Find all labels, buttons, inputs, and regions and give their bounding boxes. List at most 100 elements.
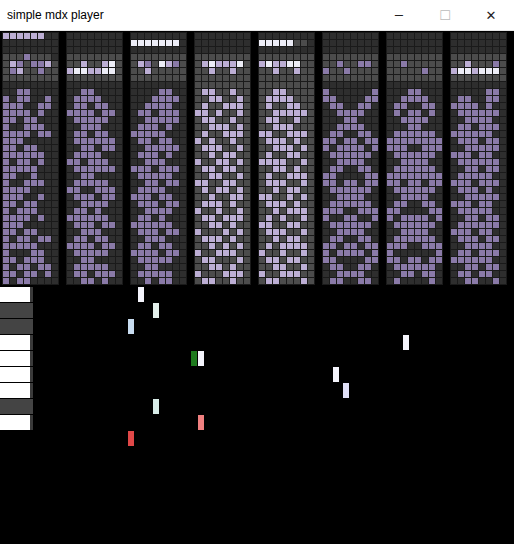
meter-cell <box>95 243 101 249</box>
meter-cell <box>415 173 421 179</box>
meter-cell <box>330 40 336 46</box>
meter-cell <box>372 96 378 102</box>
meter-cell <box>173 68 179 74</box>
meter-cell <box>259 152 265 158</box>
meter-cell <box>131 152 137 158</box>
meter-cell <box>230 201 236 207</box>
meter-cell <box>372 89 378 95</box>
meter-cell <box>173 131 179 137</box>
meter-cell <box>280 110 286 116</box>
meter-cell <box>308 250 314 256</box>
meter-cell <box>24 117 30 123</box>
meter-cell <box>159 68 165 74</box>
meter-cell <box>387 243 393 249</box>
meter-cell <box>202 229 208 235</box>
meter-cell <box>202 243 208 249</box>
window-title: simple mdx player <box>0 8 104 22</box>
window-control-button[interactable]: ☐ <box>422 0 468 30</box>
meter-cell <box>415 89 421 95</box>
meter-cell <box>145 96 151 102</box>
meter-cell <box>429 215 435 221</box>
meter-cell <box>67 124 73 130</box>
meter-cell <box>216 222 222 228</box>
meter-cell <box>145 82 151 88</box>
meter-cell <box>67 187 73 193</box>
meter-cell <box>401 250 407 256</box>
meter-cell <box>436 194 442 200</box>
meter-cell <box>273 131 279 137</box>
meter-cell <box>17 54 23 60</box>
meter-cell <box>308 173 314 179</box>
meter-cell <box>280 208 286 214</box>
meter-cell <box>17 40 23 46</box>
meter-cell <box>81 40 87 46</box>
meter-cell <box>195 257 201 263</box>
meter-cell <box>38 152 44 158</box>
meter-cell <box>145 166 151 172</box>
meter-cell <box>230 159 236 165</box>
meter-cell <box>294 180 300 186</box>
meter-cell <box>24 96 30 102</box>
meter-cell <box>74 103 80 109</box>
meter-cell <box>323 152 329 158</box>
meter-cell <box>287 110 293 116</box>
meter-cell <box>436 229 442 235</box>
meter-cell <box>415 61 421 67</box>
meter-cell <box>145 61 151 67</box>
meter-cell <box>102 61 108 67</box>
meter-cell <box>195 166 201 172</box>
meter-cell <box>344 82 350 88</box>
meter-cell <box>116 208 122 214</box>
meter-cell <box>387 75 393 81</box>
meter-cell <box>24 250 30 256</box>
meter-cell <box>131 68 137 74</box>
meter-cell <box>24 264 30 270</box>
meter-cell <box>81 236 87 242</box>
meter-cell <box>195 180 201 186</box>
meter-cell <box>387 33 393 39</box>
meter-cell <box>81 208 87 214</box>
meter-cell <box>116 82 122 88</box>
meter-cell <box>17 243 23 249</box>
meter-cell <box>116 33 122 39</box>
meter-cell <box>10 264 16 270</box>
meter-cell <box>159 159 165 165</box>
meter-cell <box>24 82 30 88</box>
meter-cell <box>280 47 286 53</box>
meter-cell <box>244 138 250 144</box>
meter-cell <box>301 271 307 277</box>
meter-cell <box>372 138 378 144</box>
meter-cell <box>109 159 115 165</box>
meter-cell <box>95 208 101 214</box>
window-control-button[interactable]: ─ <box>376 0 422 30</box>
meter-cell <box>237 47 243 53</box>
meter-cell <box>180 215 186 221</box>
meter-cell <box>52 257 58 263</box>
meter-cell <box>429 103 435 109</box>
meter-cell <box>81 222 87 228</box>
meter-cell <box>273 236 279 242</box>
meter-cell <box>74 215 80 221</box>
meter-cell <box>202 96 208 102</box>
meter-cell <box>365 222 371 228</box>
meter-cell <box>401 173 407 179</box>
meter-cell <box>109 243 115 249</box>
meter-cell <box>387 54 393 60</box>
meter-cell <box>31 229 37 235</box>
meter-cell <box>67 89 73 95</box>
meter-cell <box>308 61 314 67</box>
meter-cell <box>408 236 414 242</box>
window-control-button[interactable]: ✕ <box>468 0 514 30</box>
meter-cell <box>52 236 58 242</box>
meter-cell <box>330 271 336 277</box>
meter-cell <box>209 229 215 235</box>
meter-cell <box>109 68 115 74</box>
meter-cell <box>351 222 357 228</box>
meter-cell <box>45 138 51 144</box>
meter-cell <box>387 47 393 53</box>
meter-cell <box>173 152 179 158</box>
meter-cell <box>173 243 179 249</box>
meter-cell <box>159 208 165 214</box>
meter-cell <box>52 208 58 214</box>
meter-cell <box>365 145 371 151</box>
